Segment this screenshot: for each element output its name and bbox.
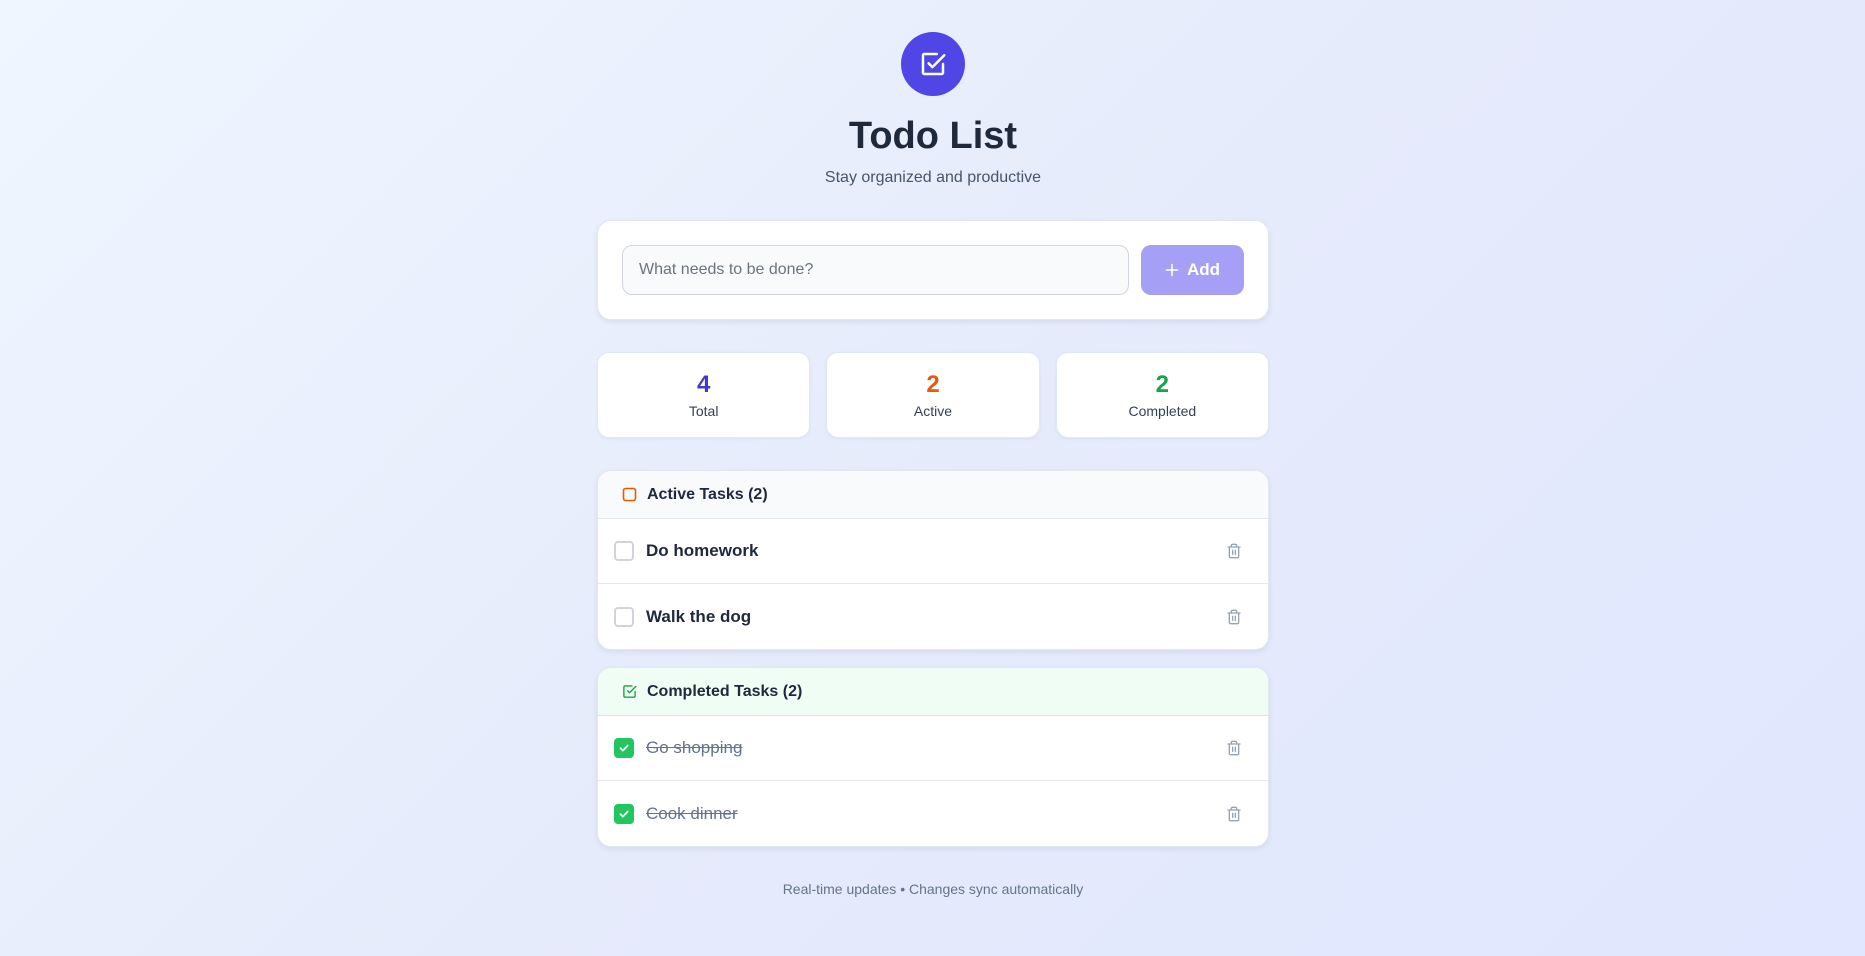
trash-icon <box>1227 740 1241 756</box>
stat-active: 2 Active <box>826 352 1040 438</box>
stat-total-label: Total <box>688 403 719 419</box>
app-logo <box>901 32 965 96</box>
task-checkbox[interactable] <box>614 803 634 824</box>
completed-tasks-title: Completed Tasks (2) <box>647 682 803 700</box>
task-checkbox[interactable] <box>614 738 634 758</box>
stats-row: 4 Total 2 Active 2 Completed <box>597 352 1269 438</box>
task-row: Walk the dog <box>598 584 1268 649</box>
delete-task-button[interactable] <box>1224 738 1244 758</box>
stat-total: 4 Total <box>597 352 811 438</box>
active-tasks-header: Active Tasks (2) <box>598 471 1268 519</box>
stat-active-value: 2 <box>926 371 940 398</box>
stat-completed: 2 Completed <box>1055 352 1269 438</box>
task-text: Cook dinner <box>646 803 738 823</box>
delete-task-button[interactable] <box>1224 804 1244 824</box>
page-title: Todo List <box>848 115 1018 157</box>
task-text: Walk the dog <box>646 606 752 626</box>
app-header: Todo List Stay organized and productive <box>597 32 1269 188</box>
square-icon <box>622 487 637 502</box>
trash-icon <box>1227 609 1241 624</box>
task-text: Go shopping <box>646 738 743 757</box>
task-row: Do homework <box>598 519 1268 584</box>
add-task-button[interactable]: Add <box>1141 245 1244 295</box>
add-task-form: Add <box>597 220 1269 320</box>
task-text: Do homework <box>646 541 759 560</box>
trash-icon <box>1227 806 1241 821</box>
active-tasks-title: Active Tasks (2) <box>647 485 768 503</box>
stat-completed-label: Completed <box>1128 403 1197 419</box>
check-square-icon <box>623 685 637 698</box>
check-icon <box>619 810 629 817</box>
plus-icon <box>1165 263 1179 277</box>
checkbox-square-icon <box>921 52 946 76</box>
completed-tasks-header: Completed Tasks (2) <box>598 668 1268 716</box>
active-tasks-section: Active Tasks (2) Do homework Walk the do… <box>597 470 1269 650</box>
task-checkbox[interactable] <box>614 541 634 561</box>
delete-task-button[interactable] <box>1224 541 1244 561</box>
task-row: Cook dinner <box>598 781 1268 846</box>
app-container: Todo List Stay organized and productive … <box>597 32 1269 897</box>
completed-tasks-section: Completed Tasks (2) Go shopping Cook din… <box>597 667 1269 847</box>
stat-total-value: 4 <box>696 371 711 398</box>
add-button-label: Add <box>1186 260 1221 279</box>
stat-completed-value: 2 <box>1155 371 1169 398</box>
check-icon <box>619 744 629 752</box>
stat-active-label: Active <box>913 403 953 419</box>
trash-icon <box>1227 543 1241 559</box>
task-row: Go shopping <box>598 716 1268 781</box>
task-checkbox[interactable] <box>614 606 634 627</box>
delete-task-button[interactable] <box>1224 607 1244 627</box>
footer-status: Real-time updates • Changes sync automat… <box>782 881 1084 897</box>
page-subtitle: Stay organized and productive <box>824 169 1042 186</box>
new-task-input[interactable] <box>622 245 1129 295</box>
